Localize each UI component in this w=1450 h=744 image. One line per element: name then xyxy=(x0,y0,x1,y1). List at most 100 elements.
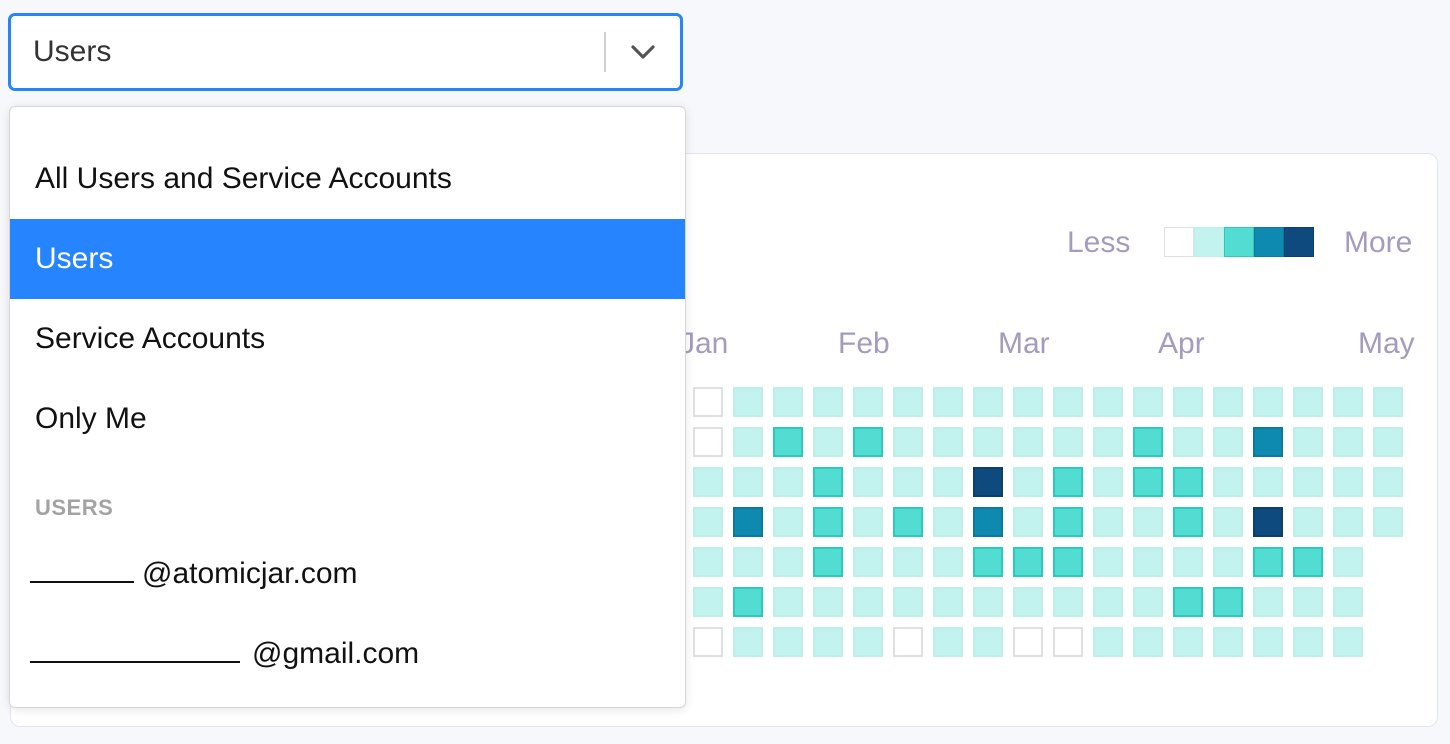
heatmap-cell[interactable] xyxy=(933,627,963,657)
heatmap-cell[interactable] xyxy=(1213,387,1243,417)
heatmap-cell[interactable] xyxy=(973,587,1003,617)
heatmap-cell[interactable] xyxy=(1173,427,1203,457)
heatmap-cell[interactable] xyxy=(1133,547,1163,577)
heatmap-cell[interactable] xyxy=(893,627,923,657)
heatmap-cell[interactable] xyxy=(1173,587,1203,617)
heatmap-cell[interactable] xyxy=(1133,387,1163,417)
heatmap-cell[interactable] xyxy=(1253,427,1283,457)
heatmap-cell[interactable] xyxy=(1133,627,1163,657)
heatmap-cell[interactable] xyxy=(1213,467,1243,497)
heatmap-cell[interactable] xyxy=(853,427,883,457)
heatmap-cell[interactable] xyxy=(1333,627,1363,657)
heatmap-cell[interactable] xyxy=(1213,507,1243,537)
heatmap-cell[interactable] xyxy=(1173,507,1203,537)
heatmap-cell[interactable] xyxy=(813,427,843,457)
heatmap-cell[interactable] xyxy=(773,547,803,577)
heatmap-cell[interactable] xyxy=(973,507,1003,537)
heatmap-cell[interactable] xyxy=(893,587,923,617)
heatmap-cell[interactable] xyxy=(1373,507,1403,537)
heatmap-cell[interactable] xyxy=(1213,627,1243,657)
heatmap-cell[interactable] xyxy=(1053,627,1083,657)
heatmap-cell[interactable] xyxy=(933,547,963,577)
heatmap-cell[interactable] xyxy=(1093,427,1123,457)
heatmap-cell[interactable] xyxy=(893,507,923,537)
heatmap-cell[interactable] xyxy=(733,467,763,497)
heatmap-cell[interactable] xyxy=(1173,547,1203,577)
heatmap-cell[interactable] xyxy=(1333,587,1363,617)
heatmap-cell[interactable] xyxy=(973,427,1003,457)
heatmap-cell[interactable] xyxy=(853,587,883,617)
heatmap-cell[interactable] xyxy=(773,627,803,657)
heatmap-cell[interactable] xyxy=(1093,507,1123,537)
heatmap-cell[interactable] xyxy=(933,507,963,537)
heatmap-cell[interactable] xyxy=(853,547,883,577)
heatmap-cell[interactable] xyxy=(1293,587,1323,617)
heatmap-cell[interactable] xyxy=(893,427,923,457)
heatmap-cell[interactable] xyxy=(1173,467,1203,497)
heatmap-cell[interactable] xyxy=(1013,507,1043,537)
heatmap-cell[interactable] xyxy=(973,627,1003,657)
heatmap-cell[interactable] xyxy=(1173,627,1203,657)
heatmap-cell[interactable] xyxy=(1213,587,1243,617)
heatmap-cell[interactable] xyxy=(1373,387,1403,417)
heatmap-cell[interactable] xyxy=(1053,467,1083,497)
heatmap-cell[interactable] xyxy=(1333,467,1363,497)
heatmap-cell[interactable] xyxy=(1093,387,1123,417)
heatmap-cell[interactable] xyxy=(1133,427,1163,457)
option-users[interactable]: Users xyxy=(10,219,685,299)
heatmap-cell[interactable] xyxy=(1373,467,1403,497)
heatmap-cell[interactable] xyxy=(1293,387,1323,417)
heatmap-cell[interactable] xyxy=(1013,427,1043,457)
heatmap-cell[interactable] xyxy=(853,467,883,497)
heatmap-cell[interactable] xyxy=(693,507,723,537)
heatmap-cell[interactable] xyxy=(1253,387,1283,417)
heatmap-cell[interactable] xyxy=(1013,547,1043,577)
heatmap-cell[interactable] xyxy=(1293,627,1323,657)
heatmap-cell[interactable] xyxy=(1013,627,1043,657)
user-option-gmail[interactable]: @gmail.com xyxy=(30,635,419,671)
heatmap-cell[interactable] xyxy=(693,547,723,577)
heatmap-cell[interactable] xyxy=(1053,587,1083,617)
heatmap-cell[interactable] xyxy=(813,467,843,497)
heatmap-cell[interactable] xyxy=(773,387,803,417)
heatmap-cell[interactable] xyxy=(1093,587,1123,617)
heatmap-cell[interactable] xyxy=(813,387,843,417)
option-only-me[interactable]: Only Me xyxy=(10,379,685,459)
heatmap-cell[interactable] xyxy=(813,587,843,617)
heatmap-cell[interactable] xyxy=(1093,627,1123,657)
heatmap-cell[interactable] xyxy=(1213,547,1243,577)
heatmap-cell[interactable] xyxy=(693,587,723,617)
chevron-down-icon[interactable] xyxy=(606,16,680,88)
heatmap-cell[interactable] xyxy=(853,507,883,537)
user-option-atomicjar[interactable]: @atomicjar.com xyxy=(30,555,358,591)
heatmap-cell[interactable] xyxy=(693,427,723,457)
heatmap-cell[interactable] xyxy=(933,467,963,497)
heatmap-cell[interactable] xyxy=(853,627,883,657)
heatmap-cell[interactable] xyxy=(973,387,1003,417)
user-filter-select[interactable]: Users xyxy=(9,14,682,90)
heatmap-cell[interactable] xyxy=(853,387,883,417)
heatmap-cell[interactable] xyxy=(933,387,963,417)
heatmap-cell[interactable] xyxy=(733,627,763,657)
heatmap-cell[interactable] xyxy=(1293,507,1323,537)
heatmap-cell[interactable] xyxy=(1013,467,1043,497)
heatmap-cell[interactable] xyxy=(1253,627,1283,657)
heatmap-cell[interactable] xyxy=(1093,547,1123,577)
heatmap-cell[interactable] xyxy=(1373,427,1403,457)
heatmap-cell[interactable] xyxy=(1173,387,1203,417)
heatmap-cell[interactable] xyxy=(1293,467,1323,497)
heatmap-cell[interactable] xyxy=(1133,587,1163,617)
heatmap-cell[interactable] xyxy=(693,627,723,657)
option-all-users-and-service-accounts[interactable]: All Users and Service Accounts xyxy=(10,139,685,219)
heatmap-cell[interactable] xyxy=(1053,547,1083,577)
heatmap-cell[interactable] xyxy=(973,467,1003,497)
heatmap-cell[interactable] xyxy=(1013,587,1043,617)
heatmap-cell[interactable] xyxy=(773,427,803,457)
heatmap-cell[interactable] xyxy=(1133,467,1163,497)
heatmap-cell[interactable] xyxy=(733,387,763,417)
heatmap-cell[interactable] xyxy=(693,387,723,417)
heatmap-cell[interactable] xyxy=(1253,547,1283,577)
heatmap-cell[interactable] xyxy=(1333,547,1363,577)
heatmap-cell[interactable] xyxy=(1093,467,1123,497)
heatmap-cell[interactable] xyxy=(1213,427,1243,457)
